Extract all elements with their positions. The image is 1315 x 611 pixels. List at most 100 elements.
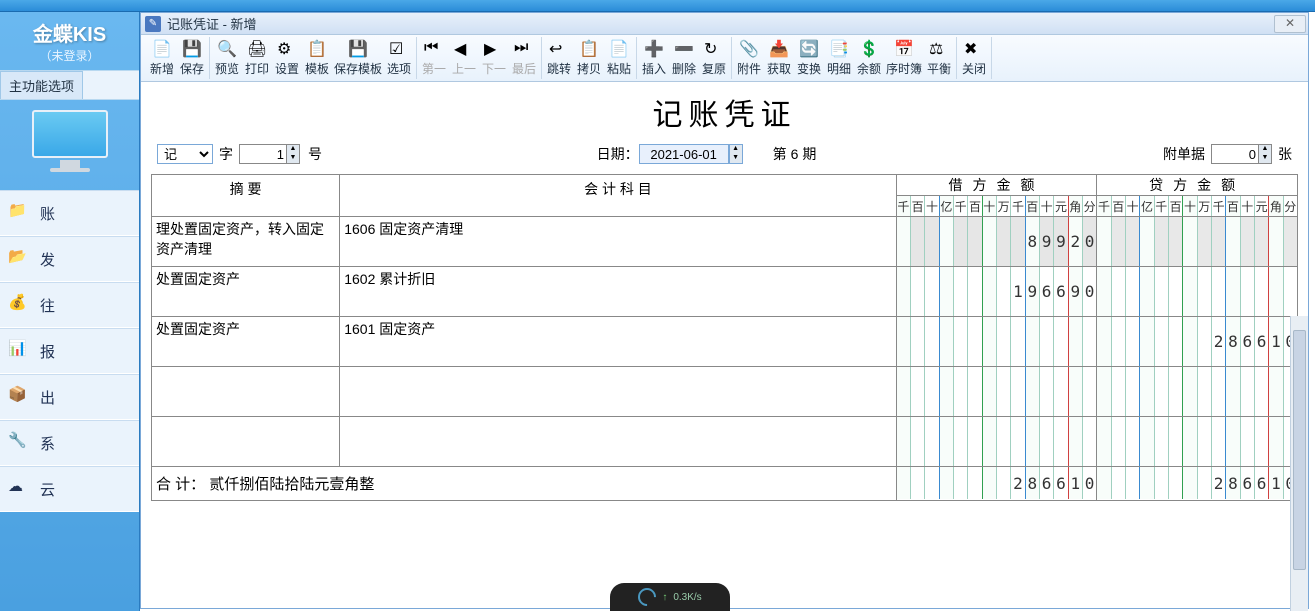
toolbar-选项[interactable]: ☑选项 <box>384 37 414 79</box>
toolbar-删除[interactable]: ➖删除 <box>669 37 699 79</box>
sidebar-icon: 📂 <box>8 247 32 271</box>
credit-cell[interactable] <box>1097 367 1298 417</box>
sidebar-item-1[interactable]: 📂发 <box>0 236 139 282</box>
toolbar-预览[interactable]: 🔍预览 <box>212 37 242 79</box>
toolbar-icon: 📋 <box>579 39 599 59</box>
sidebar-item-4[interactable]: 📦出 <box>0 374 139 420</box>
credit-cell[interactable] <box>1097 417 1298 467</box>
header-account: 会 计 科 目 <box>340 175 896 217</box>
toolbar-复原[interactable]: ↻复原 <box>699 37 729 79</box>
debit-cell[interactable] <box>896 417 1097 467</box>
toolbar-label: 第一 <box>422 60 446 77</box>
toolbar-关闭[interactable]: ✖关闭 <box>959 37 989 79</box>
toolbar: 📄新增💾保存🔍预览🖨打印⚙设置📋模板💾保存模板☑选项⏮第一◀上一▶下一⏭最后↩跳… <box>141 35 1308 82</box>
date-down-icon[interactable]: ▼ <box>730 154 742 163</box>
toolbar-变换[interactable]: 🔄变换 <box>794 37 824 79</box>
toolbar-icon: ✖ <box>964 39 984 59</box>
toolbar-获取[interactable]: 📥获取 <box>764 37 794 79</box>
attach-up-icon[interactable]: ▲ <box>1259 145 1271 154</box>
toolbar-附件[interactable]: 📎附件 <box>734 37 764 79</box>
attach-input[interactable] <box>1211 144 1259 164</box>
account-cell[interactable]: 1601 固定资产 <box>340 317 896 367</box>
word-select[interactable]: 记 <box>157 144 213 164</box>
toolbar-label: 新增 <box>150 60 174 77</box>
voucher-number-spinner[interactable]: ▲▼ <box>239 144 300 164</box>
account-cell[interactable]: 1602 累计折旧 <box>340 267 896 317</box>
sidebar-item-0[interactable]: 📁账 <box>0 190 139 236</box>
toolbar-序时簿[interactable]: 📅序时簿 <box>884 37 924 79</box>
period-label-2: 期 <box>802 144 816 164</box>
sidebar-item-2[interactable]: 💰往 <box>0 282 139 328</box>
attach-unit: 张 <box>1278 144 1292 164</box>
sidebar-item-5[interactable]: 🔧系 <box>0 420 139 466</box>
vertical-scrollbar[interactable] <box>1290 316 1308 611</box>
toolbar-label: 最后 <box>512 60 536 77</box>
debit-cell[interactable]: 196690 <box>896 267 1097 317</box>
summary-cell[interactable]: 处置固定资产 <box>152 267 340 317</box>
toolbar-icon: ➕ <box>644 39 664 59</box>
toolbar-保存[interactable]: 💾保存 <box>177 37 207 79</box>
toolbar-icon: 🖨 <box>247 39 267 59</box>
toolbar-icon: ⏮ <box>424 39 444 59</box>
sidebar-icon: 📦 <box>8 385 32 409</box>
table-row[interactable] <box>152 417 1298 467</box>
debit-cell[interactable] <box>896 367 1097 417</box>
debit-cell[interactable]: 89920 <box>896 217 1097 267</box>
toolbar-label: 设置 <box>275 60 299 77</box>
document-icon: ✎ <box>145 16 161 32</box>
toolbar-设置[interactable]: ⚙设置 <box>272 37 302 79</box>
toolbar-新增[interactable]: 📄新增 <box>147 37 177 79</box>
account-cell[interactable]: 1606 固定资产清理 <box>340 217 896 267</box>
table-row[interactable]: 理处置固定资产，转入固定资产清理1606 固定资产清理89920 <box>152 217 1298 267</box>
attach-down-icon[interactable]: ▼ <box>1259 154 1271 163</box>
toolbar-打印[interactable]: 🖨打印 <box>242 37 272 79</box>
toolbar-label: 选项 <box>387 60 411 77</box>
toolbar-label: 拷贝 <box>577 60 601 77</box>
toolbar-跳转[interactable]: ↩跳转 <box>544 37 574 79</box>
toolbar-label: 平衡 <box>927 60 951 77</box>
form-row: 记 字 ▲▼ 号 日期： ▲▼ 第 6 期 附单据 ▲▼ 张 <box>151 140 1298 168</box>
toolbar-label: 关闭 <box>962 60 986 77</box>
period-value: 6 <box>791 146 799 162</box>
toolbar-拷贝[interactable]: 📋拷贝 <box>574 37 604 79</box>
account-cell[interactable] <box>340 417 896 467</box>
toolbar-icon: 📎 <box>739 39 759 59</box>
account-cell[interactable] <box>340 367 896 417</box>
spin-up-icon[interactable]: ▲ <box>287 145 299 154</box>
sidebar-item-6[interactable]: ☁云 <box>0 466 139 512</box>
date-input[interactable] <box>639 144 729 164</box>
table-row[interactable]: 处置固定资产1601 固定资产 286610 <box>152 317 1298 367</box>
toolbar-模板[interactable]: 📋模板 <box>302 37 332 79</box>
toolbar-保存模板[interactable]: 💾保存模板 <box>332 37 384 79</box>
toolbar-粘贴[interactable]: 📄粘贴 <box>604 37 634 79</box>
table-row[interactable]: 处置固定资产1602 累计折旧196690 <box>152 267 1298 317</box>
sidebar-item-3[interactable]: 📊报 <box>0 328 139 374</box>
close-icon[interactable]: ✕ <box>1274 15 1306 33</box>
summary-cell[interactable] <box>152 417 340 467</box>
spin-down-icon[interactable]: ▼ <box>287 154 299 163</box>
debit-cell[interactable] <box>896 317 1097 367</box>
credit-cell[interactable] <box>1097 217 1298 267</box>
net-speed: 0.3K/s <box>673 592 701 603</box>
summary-cell[interactable] <box>152 367 340 417</box>
toolbar-明细[interactable]: 📑明细 <box>824 37 854 79</box>
total-words: 贰仟捌佰陆拾陆元壹角整 <box>209 476 374 493</box>
sidebar-icon: 🔧 <box>8 431 32 455</box>
toolbar-icon: ⏭ <box>514 39 534 59</box>
toolbar-icon: 📄 <box>609 39 629 59</box>
sidebar-icon: 💰 <box>8 293 32 317</box>
date-up-icon[interactable]: ▲ <box>730 145 742 154</box>
credit-cell[interactable]: 286610 <box>1097 317 1298 367</box>
attach-spinner[interactable]: ▲▼ <box>1211 144 1272 164</box>
summary-cell[interactable]: 理处置固定资产，转入固定资产清理 <box>152 217 340 267</box>
summary-cell[interactable]: 处置固定资产 <box>152 317 340 367</box>
credit-cell[interactable] <box>1097 267 1298 317</box>
toolbar-icon: 💾 <box>182 39 202 59</box>
table-row[interactable] <box>152 367 1298 417</box>
header-credit: 贷方金额 <box>1097 175 1298 196</box>
toolbar-插入[interactable]: ➕插入 <box>639 37 669 79</box>
voucher-number-input[interactable] <box>239 144 287 164</box>
toolbar-余额[interactable]: 💲余额 <box>854 37 884 79</box>
toolbar-平衡[interactable]: ⚖平衡 <box>924 37 954 79</box>
main-function-tab[interactable]: 主功能选项 <box>0 71 83 99</box>
